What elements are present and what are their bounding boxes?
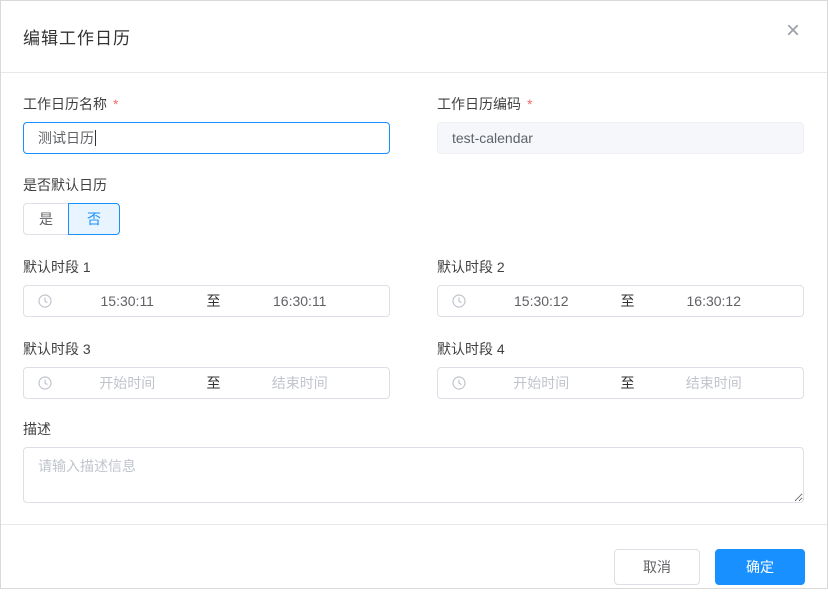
period-4-label: 默认时段 4	[437, 339, 804, 359]
confirm-button[interactable]: 确定	[715, 549, 805, 585]
period-1-label: 默认时段 1	[23, 257, 390, 277]
cancel-button[interactable]: 取消	[614, 549, 700, 585]
label-text: 工作日历名称	[23, 94, 107, 114]
range-separator: 至	[617, 373, 639, 393]
dialog-footer: 取消 确定	[1, 524, 827, 606]
calendar-code-label: 工作日历编码 *	[437, 94, 804, 114]
label-text: 是否默认日历	[23, 175, 107, 195]
period-2-label: 默认时段 2	[437, 257, 804, 277]
calendar-name-input[interactable]: 测试日历	[23, 122, 390, 154]
period-3-time-range-picker[interactable]: 开始时间 至 结束时间	[23, 367, 390, 399]
period-4-end-time-placeholder[interactable]: 结束时间	[639, 373, 790, 393]
period-2-end-time[interactable]: 16:30:12	[639, 293, 790, 309]
calendar-code-field-group: 工作日历编码 * test-calendar	[437, 94, 804, 154]
period-1-time-range-picker[interactable]: 15:30:11 至 16:30:11	[23, 285, 390, 317]
clock-icon	[38, 376, 52, 390]
calendar-code-input: test-calendar	[437, 122, 804, 154]
calendar-code-value: test-calendar	[452, 130, 533, 146]
period-1-field-group: 默认时段 1 15:30:11 至 16:30:11	[23, 257, 390, 317]
dialog-header: 编辑工作日历 ×	[1, 1, 827, 73]
toggle-no-button[interactable]: 否	[68, 203, 120, 235]
text-caret	[95, 130, 96, 146]
close-icon[interactable]: ×	[775, 13, 811, 49]
period-2-time-range-picker[interactable]: 15:30:12 至 16:30:12	[437, 285, 804, 317]
period-1-start-time[interactable]: 15:30:11	[52, 293, 203, 309]
default-calendar-label: 是否默认日历	[23, 175, 804, 195]
clock-icon	[38, 294, 52, 308]
calendar-name-value: 测试日历	[38, 128, 94, 148]
period-3-end-time-placeholder[interactable]: 结束时间	[225, 373, 376, 393]
default-calendar-toggle: 是 否	[23, 203, 120, 235]
period-2-field-group: 默认时段 2 15:30:12 至 16:30:12	[437, 257, 804, 317]
clock-icon	[452, 294, 466, 308]
clock-icon	[452, 376, 466, 390]
calendar-name-field-group: 工作日历名称 * 测试日历	[23, 94, 390, 154]
default-calendar-field-group: 是否默认日历 是 否	[23, 175, 804, 235]
range-separator: 至	[617, 291, 639, 311]
period-1-end-time[interactable]: 16:30:11	[225, 293, 376, 309]
range-separator: 至	[203, 373, 225, 393]
period-2-start-time[interactable]: 15:30:12	[466, 293, 617, 309]
period-3-field-group: 默认时段 3 开始时间 至 结束时间	[23, 339, 390, 399]
description-textarea[interactable]	[23, 447, 804, 503]
period-3-start-time-placeholder[interactable]: 开始时间	[52, 373, 203, 393]
required-asterisk: *	[527, 94, 532, 114]
description-label: 描述	[23, 419, 804, 439]
period-4-start-time-placeholder[interactable]: 开始时间	[466, 373, 617, 393]
dialog-title: 编辑工作日历	[23, 24, 131, 49]
toggle-yes-button[interactable]: 是	[23, 203, 69, 235]
label-text: 工作日历编码	[437, 94, 521, 114]
period-4-time-range-picker[interactable]: 开始时间 至 结束时间	[437, 367, 804, 399]
required-asterisk: *	[113, 94, 118, 114]
period-4-field-group: 默认时段 4 开始时间 至 结束时间	[437, 339, 804, 399]
dialog-body: 工作日历名称 * 测试日历 工作日历编码 * test-calendar	[1, 73, 827, 503]
range-separator: 至	[203, 291, 225, 311]
period-3-label: 默认时段 3	[23, 339, 390, 359]
calendar-name-label: 工作日历名称 *	[23, 94, 390, 114]
description-field-group: 描述	[23, 419, 804, 503]
edit-work-calendar-dialog: 编辑工作日历 × 工作日历名称 * 测试日历 工作日历编码 *	[0, 0, 828, 589]
